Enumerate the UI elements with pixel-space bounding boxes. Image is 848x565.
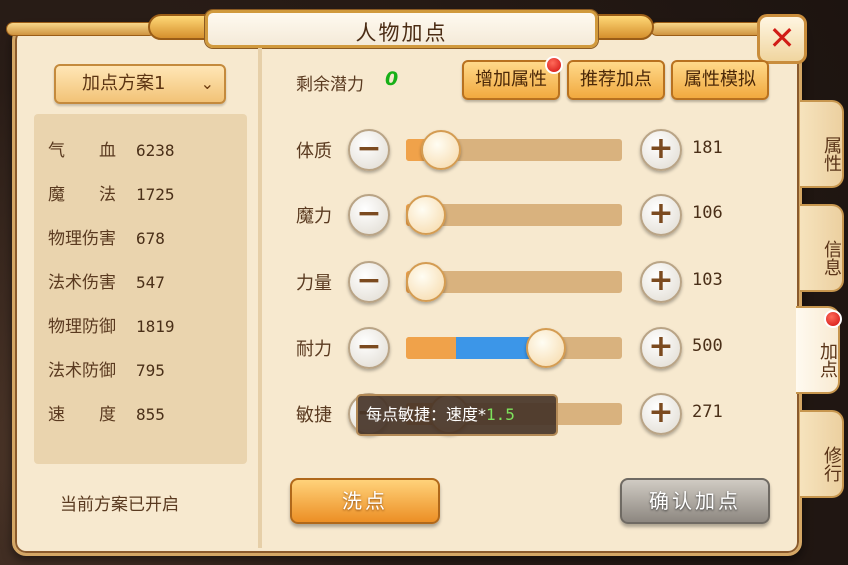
- plus-icon: +: [648, 395, 674, 430]
- simulate-label: 属性模拟: [684, 69, 756, 90]
- scheme-status-text: 当前方案已开启: [60, 495, 179, 515]
- minus-button[interactable]: −: [348, 261, 390, 303]
- stat-row-magic-dmg: 法术伤害 547: [48, 268, 165, 293]
- attribute-name: 力量: [296, 273, 332, 294]
- simulate-button[interactable]: 属性模拟: [671, 60, 769, 100]
- page-title: 人物加点: [355, 21, 448, 45]
- plus-icon: +: [648, 263, 674, 298]
- attribute-name: 魔力: [296, 206, 332, 227]
- stat-label: 速 度: [48, 405, 116, 425]
- plus-icon: +: [648, 131, 674, 166]
- minus-icon: −: [356, 196, 382, 231]
- stat-label: 物理防御: [48, 317, 116, 337]
- stat-row-magic-def: 法术防御 795: [48, 356, 165, 381]
- minus-icon: −: [356, 131, 382, 166]
- title-bar: 人物加点: [0, 4, 848, 50]
- wash-points-button[interactable]: 洗点: [290, 478, 440, 524]
- slider-handle[interactable]: [420, 130, 461, 170]
- tab-attributes[interactable]: 属性: [800, 100, 844, 188]
- stat-value: 1819: [136, 317, 175, 336]
- minus-button[interactable]: −: [348, 194, 390, 236]
- attribute-slider[interactable]: [406, 195, 622, 235]
- add-attribute-label: 增加属性: [475, 69, 547, 90]
- confirm-points-label: 确认加点: [649, 489, 741, 513]
- plus-icon: +: [648, 329, 674, 364]
- tab-cultivation[interactable]: 修行: [800, 410, 844, 498]
- stat-row-hp: 气 血 6238: [48, 136, 175, 161]
- plus-button[interactable]: +: [640, 327, 682, 369]
- minus-button[interactable]: −: [348, 327, 390, 369]
- stats-panel: 气 血 6238 魔 法 1725 物理伤害 678 法术伤害 547 物理防御 1819…: [34, 114, 247, 464]
- stat-value: 6238: [136, 141, 175, 160]
- plus-button[interactable]: +: [640, 129, 682, 171]
- column-divider: [258, 48, 262, 548]
- tab-info[interactable]: 信息: [800, 204, 844, 292]
- notification-dot: [545, 56, 563, 74]
- plus-button[interactable]: +: [640, 393, 682, 435]
- title-rail-left: [6, 22, 156, 36]
- tab-label: 信息: [821, 240, 842, 276]
- attribute-slider[interactable]: [406, 328, 622, 368]
- tooltip-text: 每点敏捷：速度*: [366, 405, 487, 424]
- stat-value: 547: [136, 273, 165, 292]
- stat-label: 气 血: [48, 141, 116, 161]
- stat-value: 855: [136, 405, 165, 424]
- close-icon: ✕: [768, 19, 796, 57]
- attribute-value: 103: [692, 270, 723, 290]
- wash-points-label: 洗点: [342, 489, 388, 513]
- scheme-dropdown-label: 加点方案1: [82, 73, 166, 94]
- attribute-value: 106: [692, 203, 723, 223]
- minus-button[interactable]: −: [348, 129, 390, 171]
- left-column: 加点方案1 ⌄ 气 血 6238 魔 法 1725 物理伤害 678 法术伤害 547 …: [24, 48, 260, 548]
- recommend-button[interactable]: 推荐加点: [567, 60, 665, 100]
- attribute-name: 耐力: [296, 339, 332, 360]
- attribute-slider[interactable]: [406, 262, 622, 302]
- minus-icon: −: [356, 263, 382, 298]
- scheme-dropdown[interactable]: 加点方案1 ⌄: [54, 64, 226, 104]
- stat-label: 魔 法: [48, 185, 116, 205]
- title-plate: 人物加点: [205, 10, 598, 48]
- stat-row-phys-dmg: 物理伤害 678: [48, 224, 165, 249]
- slider-handle[interactable]: [526, 328, 567, 368]
- stat-value: 1725: [136, 185, 175, 204]
- tooltip-number: 1.5: [486, 405, 515, 424]
- stat-label: 物理伤害: [48, 229, 116, 249]
- attribute-row-endurance: 耐力 − + 500: [296, 323, 736, 373]
- attribute-value: 271: [692, 402, 723, 422]
- slider-handle[interactable]: [406, 195, 446, 235]
- attribute-value: 181: [692, 138, 723, 158]
- attribute-slider[interactable]: [406, 130, 622, 170]
- tab-label: 加点: [817, 342, 838, 378]
- slider-handle[interactable]: [406, 262, 446, 302]
- plus-icon: +: [648, 196, 674, 231]
- minus-icon: −: [356, 329, 382, 364]
- stat-row-mp: 魔 法 1725: [48, 180, 175, 205]
- stat-row-phys-def: 物理防御 1819: [48, 312, 175, 337]
- remaining-points-label: 剩余潜力: [296, 75, 364, 95]
- confirm-points-button[interactable]: 确认加点: [620, 478, 770, 524]
- plus-button[interactable]: +: [640, 261, 682, 303]
- stat-value: 678: [136, 229, 165, 248]
- attribute-row-strength: 力量 − + 103: [296, 257, 736, 307]
- stat-label: 法术伤害: [48, 273, 116, 293]
- attribute-name: 敏捷: [296, 405, 332, 426]
- plus-button[interactable]: +: [640, 194, 682, 236]
- close-button[interactable]: ✕: [757, 14, 807, 64]
- tab-label: 修行: [821, 446, 842, 482]
- attribute-row-constitution: 体质 − + 181: [296, 125, 736, 175]
- remaining-points-value: 0: [385, 68, 399, 90]
- stat-value: 795: [136, 361, 165, 380]
- recommend-label: 推荐加点: [580, 69, 652, 90]
- stat-row-speed: 速 度 855: [48, 400, 165, 425]
- chevron-down-icon: ⌄: [200, 74, 214, 93]
- attribute-value: 500: [692, 336, 723, 356]
- stat-label: 法术防御: [48, 361, 116, 381]
- attribute-row-magic: 魔力 − + 106: [296, 190, 736, 240]
- attribute-name: 体质: [296, 141, 332, 162]
- slider-base-fill: [406, 337, 456, 359]
- tab-notification-dot: [824, 310, 842, 328]
- tab-label: 属性: [821, 136, 842, 172]
- agility-tooltip: 每点敏捷：速度*1.5: [356, 394, 558, 436]
